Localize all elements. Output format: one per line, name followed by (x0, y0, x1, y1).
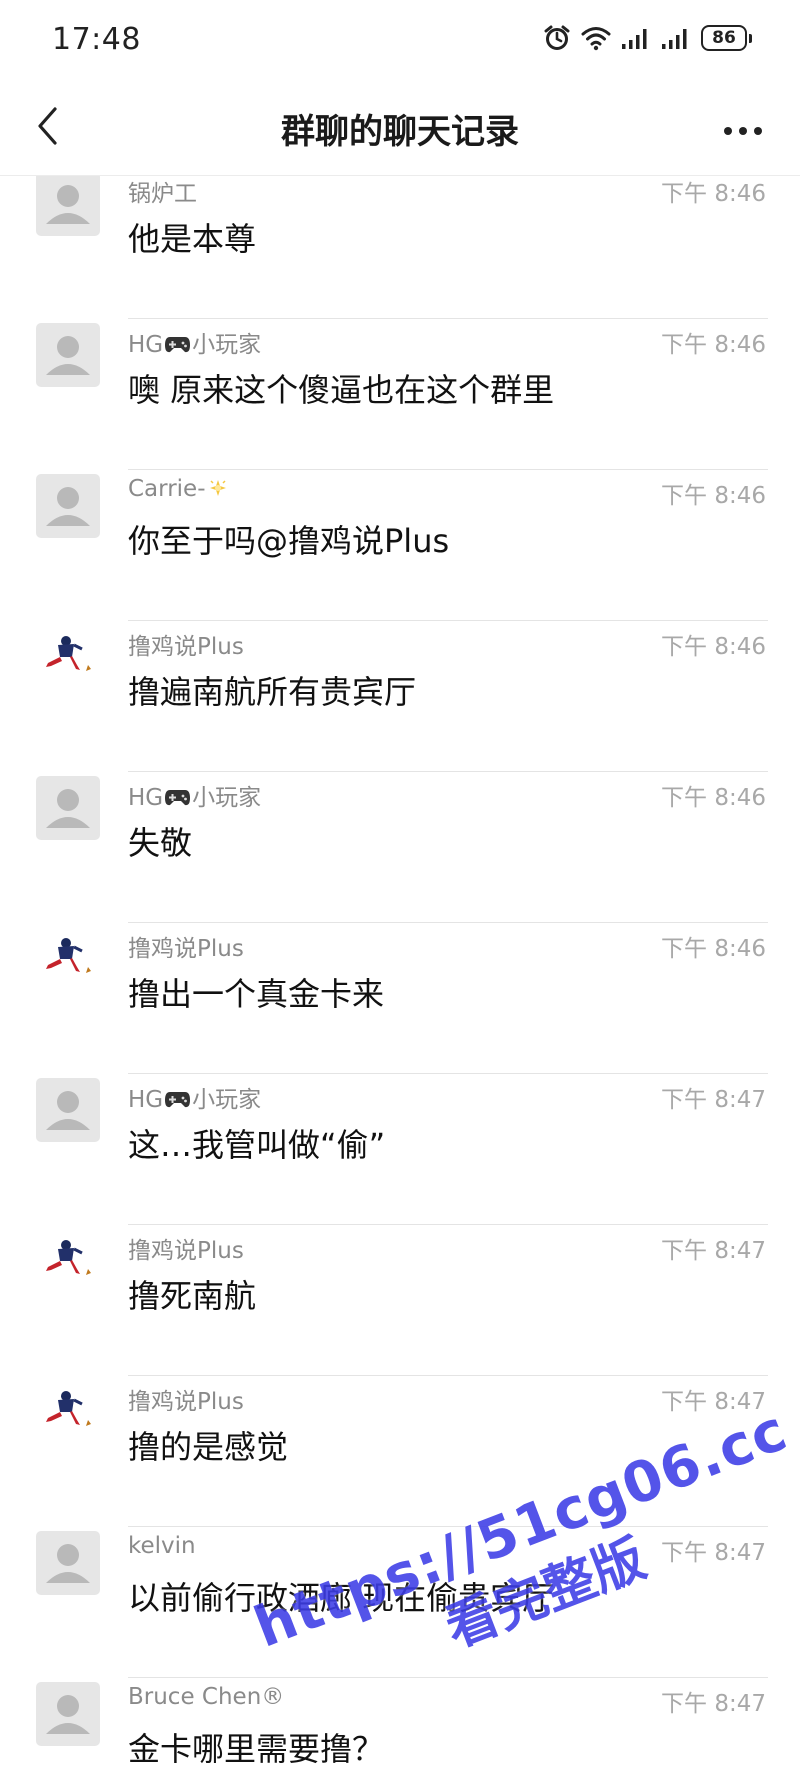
message-time: 下午 8:46 (661, 332, 766, 358)
message-time: 下午 8:47 (661, 1238, 766, 1264)
avatar[interactable] (36, 625, 100, 689)
avatar[interactable] (36, 1531, 100, 1595)
battery-icon: 86 (701, 25, 752, 51)
message-time: 下午 8:46 (661, 936, 766, 962)
message-sender: Carrie- (128, 476, 230, 502)
message-sender: 锅炉工 (128, 181, 197, 207)
list-item[interactable]: 撸鸡说Plus 下午 8:46 撸遍南航所有贵宾厅 (0, 621, 800, 772)
avatar[interactable] (36, 1078, 100, 1142)
list-item[interactable]: kelvin 下午 8:47 以前偷行政酒廊 现在偷贵宾厅 (0, 1527, 800, 1678)
message-time: 下午 8:46 (661, 785, 766, 811)
message-text: 你至于吗@撸鸡说Plus (128, 522, 450, 560)
alarm-icon (543, 24, 571, 52)
more-dots-icon (723, 121, 763, 140)
sparkle-icon (206, 476, 230, 500)
message-text: 噢 原来这个傻逼也在这个群里 (128, 371, 555, 409)
more-button[interactable] (716, 108, 770, 152)
message-sender: 撸鸡说Plus (128, 936, 244, 962)
avatar[interactable] (36, 474, 100, 538)
avatar[interactable] (36, 1682, 100, 1746)
wifi-icon (581, 25, 611, 51)
message-text: 金卡哪里需要撸？ (128, 1730, 385, 1768)
status-time: 17:48 (52, 22, 141, 57)
avatar[interactable] (36, 323, 100, 387)
message-time: 下午 8:47 (661, 1691, 766, 1717)
status-icons: 86 (543, 24, 752, 52)
message-sender: HG 小玩家 (128, 785, 262, 811)
signal-icon (621, 26, 651, 50)
list-item[interactable]: 撸鸡说Plus 下午 8:47 撸死南航 (0, 1225, 800, 1376)
message-time: 下午 8:46 (661, 483, 766, 509)
message-text: 他是本尊 (128, 220, 257, 258)
message-sender: 撸鸡说Plus (128, 1238, 244, 1264)
avatar[interactable] (36, 776, 100, 840)
message-sender: HG 小玩家 (128, 332, 262, 358)
message-time: 下午 8:46 (661, 634, 766, 660)
list-item[interactable]: HG 小玩家 下午 8:46 失敬 (0, 772, 800, 923)
message-sender: 撸鸡说Plus (128, 1389, 244, 1415)
message-text: 撸死南航 (128, 1277, 257, 1315)
list-item[interactable]: 撸鸡说Plus 下午 8:47 撸的是感觉 (0, 1376, 800, 1527)
message-text: 撸出一个真金卡来 (128, 975, 385, 1013)
message-text: 撸遍南航所有贵宾厅 (128, 673, 417, 711)
gamepad-icon (164, 788, 191, 808)
avatar[interactable] (36, 1380, 100, 1444)
message-list[interactable]: 锅炉工 下午 8:46 他是本尊 HG 小玩家 下午 8:46 噢 原来这个傻逼也… (0, 176, 800, 1780)
message-sender: kelvin (128, 1533, 196, 1559)
message-text: 这…我管叫做“偷” (128, 1126, 386, 1164)
message-time: 下午 8:47 (661, 1540, 766, 1566)
avatar[interactable] (36, 1229, 100, 1293)
message-time: 下午 8:47 (661, 1389, 766, 1415)
battery-level: 86 (701, 25, 747, 51)
message-sender: Bruce Chen® (128, 1684, 285, 1710)
list-item[interactable]: 撸鸡说Plus 下午 8:46 撸出一个真金卡来 (0, 923, 800, 1074)
list-item[interactable]: Carrie- 下午 8:46 你至于吗@撸鸡说Plus (0, 470, 800, 621)
message-sender: 撸鸡说Plus (128, 634, 244, 660)
avatar[interactable] (36, 927, 100, 991)
page-title: 群聊的聊天记录 (281, 112, 519, 152)
avatar[interactable] (36, 176, 100, 236)
list-item[interactable]: Bruce Chen® 下午 8:47 金卡哪里需要撸？ (0, 1678, 800, 1780)
list-item[interactable]: 锅炉工 下午 8:46 他是本尊 (0, 176, 800, 319)
message-time: 下午 8:46 (661, 181, 766, 207)
message-text: 失敬 (128, 824, 193, 862)
status-bar: 17:48 86 (0, 0, 800, 80)
message-time: 下午 8:47 (661, 1087, 766, 1113)
message-text: 以前偷行政酒廊 现在偷贵宾厅 (128, 1579, 555, 1617)
list-item[interactable]: HG 小玩家 下午 8:46 噢 原来这个傻逼也在这个群里 (0, 319, 800, 470)
gamepad-icon (164, 335, 191, 355)
message-text: 撸的是感觉 (128, 1428, 289, 1466)
nav-bar: 群聊的聊天记录 (0, 80, 800, 176)
message-sender: HG 小玩家 (128, 1087, 262, 1113)
gamepad-icon (164, 1090, 191, 1110)
signal-icon (661, 26, 691, 50)
list-item[interactable]: HG 小玩家 下午 8:47 这…我管叫做“偷” (0, 1074, 800, 1225)
